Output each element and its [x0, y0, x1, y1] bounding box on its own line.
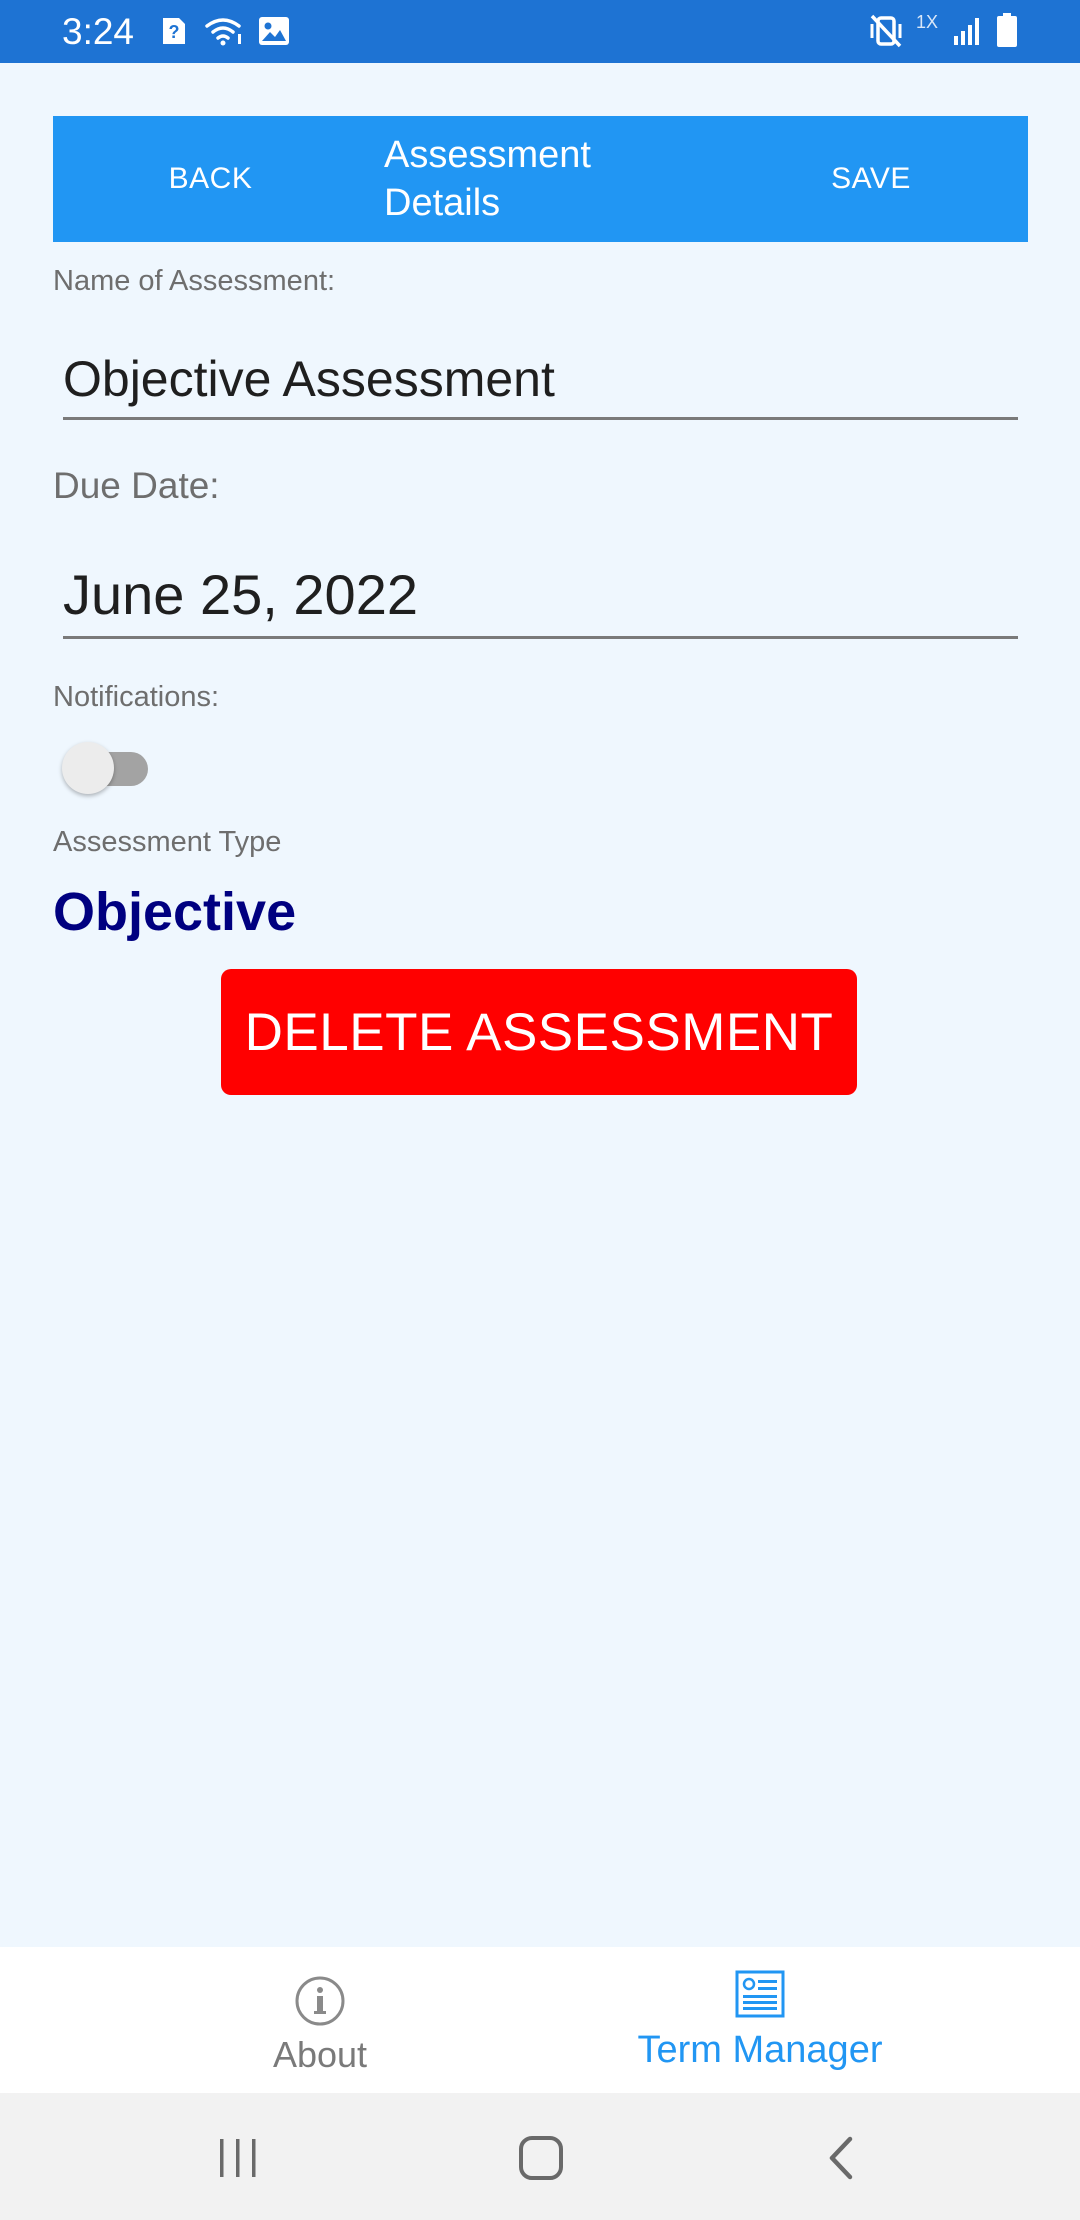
- app-header: BACK Assessment Details SAVE: [53, 116, 1028, 242]
- signal-icon: [954, 18, 979, 45]
- assessment-type-value[interactable]: Objective: [53, 880, 296, 944]
- tab-term-manager[interactable]: Term Manager: [560, 1947, 960, 2093]
- recent-apps-icon[interactable]: [216, 2137, 260, 2179]
- vibrate-mute-icon: [870, 14, 902, 48]
- tab-about-label: About: [272, 2034, 368, 2075]
- document-list-icon: [735, 1970, 785, 2018]
- due-date-label: Due Date:: [53, 465, 220, 506]
- assessment-type-label: Assessment Type: [53, 826, 282, 858]
- network-badge: 1X: [916, 12, 939, 32]
- due-date-picker[interactable]: [63, 553, 1018, 639]
- name-label: Name of Assessment:: [53, 265, 336, 297]
- page-title-line1: Assessment: [384, 134, 591, 176]
- status-time: 3:24: [62, 11, 135, 52]
- save-button[interactable]: SAVE: [714, 116, 1028, 242]
- notifications-label: Notifications:: [53, 681, 220, 713]
- system-nav-bar: [0, 2093, 1080, 2220]
- image-icon: [259, 17, 289, 45]
- sim-question-icon: ?: [163, 18, 185, 44]
- info-icon: [295, 1976, 345, 2026]
- battery-icon: [997, 13, 1017, 47]
- home-icon[interactable]: [518, 2135, 564, 2181]
- notifications-toggle[interactable]: [62, 738, 152, 794]
- back-button[interactable]: BACK: [53, 116, 368, 242]
- back-nav-icon[interactable]: [826, 2135, 856, 2181]
- bottom-tab-bar: About Term Manager: [0, 1947, 1080, 2093]
- tab-term-manager-label: Term Manager: [637, 2029, 883, 2071]
- toggle-thumb: [62, 742, 114, 794]
- page-title-line2: Details: [384, 182, 501, 224]
- name-input[interactable]: [63, 340, 1018, 420]
- svg-text:?: ?: [169, 22, 180, 42]
- page-title: Assessment Details: [384, 131, 644, 227]
- wifi-icon: [205, 18, 241, 46]
- tab-about[interactable]: About: [160, 1947, 480, 2093]
- delete-assessment-button[interactable]: DELETE ASSESSMENT: [221, 969, 857, 1095]
- status-bar: 3:24 ? 1X: [0, 0, 1080, 63]
